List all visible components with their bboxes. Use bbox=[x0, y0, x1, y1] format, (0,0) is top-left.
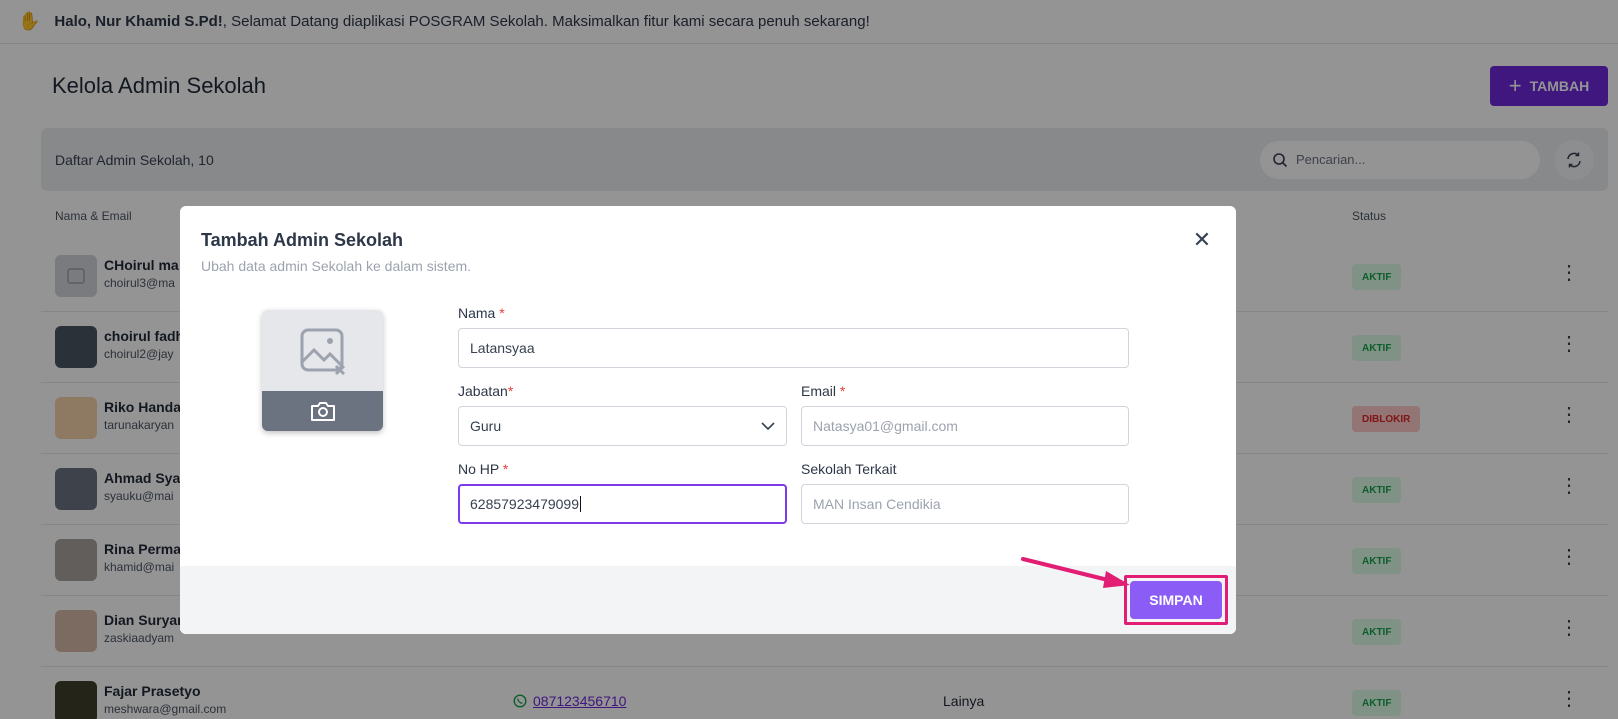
no-hp-input[interactable]: 62857923479099 bbox=[458, 484, 787, 524]
close-icon[interactable]: ✕ bbox=[1190, 227, 1214, 252]
arrow-annotation bbox=[1021, 557, 1130, 588]
jabatan-select[interactable]: Guru bbox=[458, 406, 787, 446]
photo-upload[interactable] bbox=[262, 310, 383, 431]
email-field[interactable]: Natasya01@gmail.com bbox=[801, 406, 1129, 446]
email-label: Email * bbox=[801, 383, 846, 399]
image-placeholder-icon bbox=[262, 310, 383, 392]
save-button[interactable]: SIMPAN bbox=[1130, 581, 1222, 619]
camera-button[interactable] bbox=[262, 391, 383, 431]
sekolah-field[interactable]: MAN Insan Cendikia bbox=[801, 484, 1129, 524]
no-hp-label: No HP * bbox=[458, 461, 509, 477]
jabatan-label: Jabatan* bbox=[458, 383, 514, 399]
text-caret bbox=[580, 496, 582, 512]
chevron-down-icon bbox=[761, 422, 775, 430]
nama-label: Nama * bbox=[458, 305, 505, 321]
modal-subtitle: Ubah data admin Sekolah ke dalam sistem. bbox=[201, 258, 472, 274]
modal-title: Tambah Admin Sekolah bbox=[201, 230, 404, 250]
camera-icon bbox=[310, 402, 335, 421]
sekolah-label: Sekolah Terkait bbox=[801, 461, 897, 477]
nama-input[interactable]: Latansyaa bbox=[458, 328, 1129, 368]
